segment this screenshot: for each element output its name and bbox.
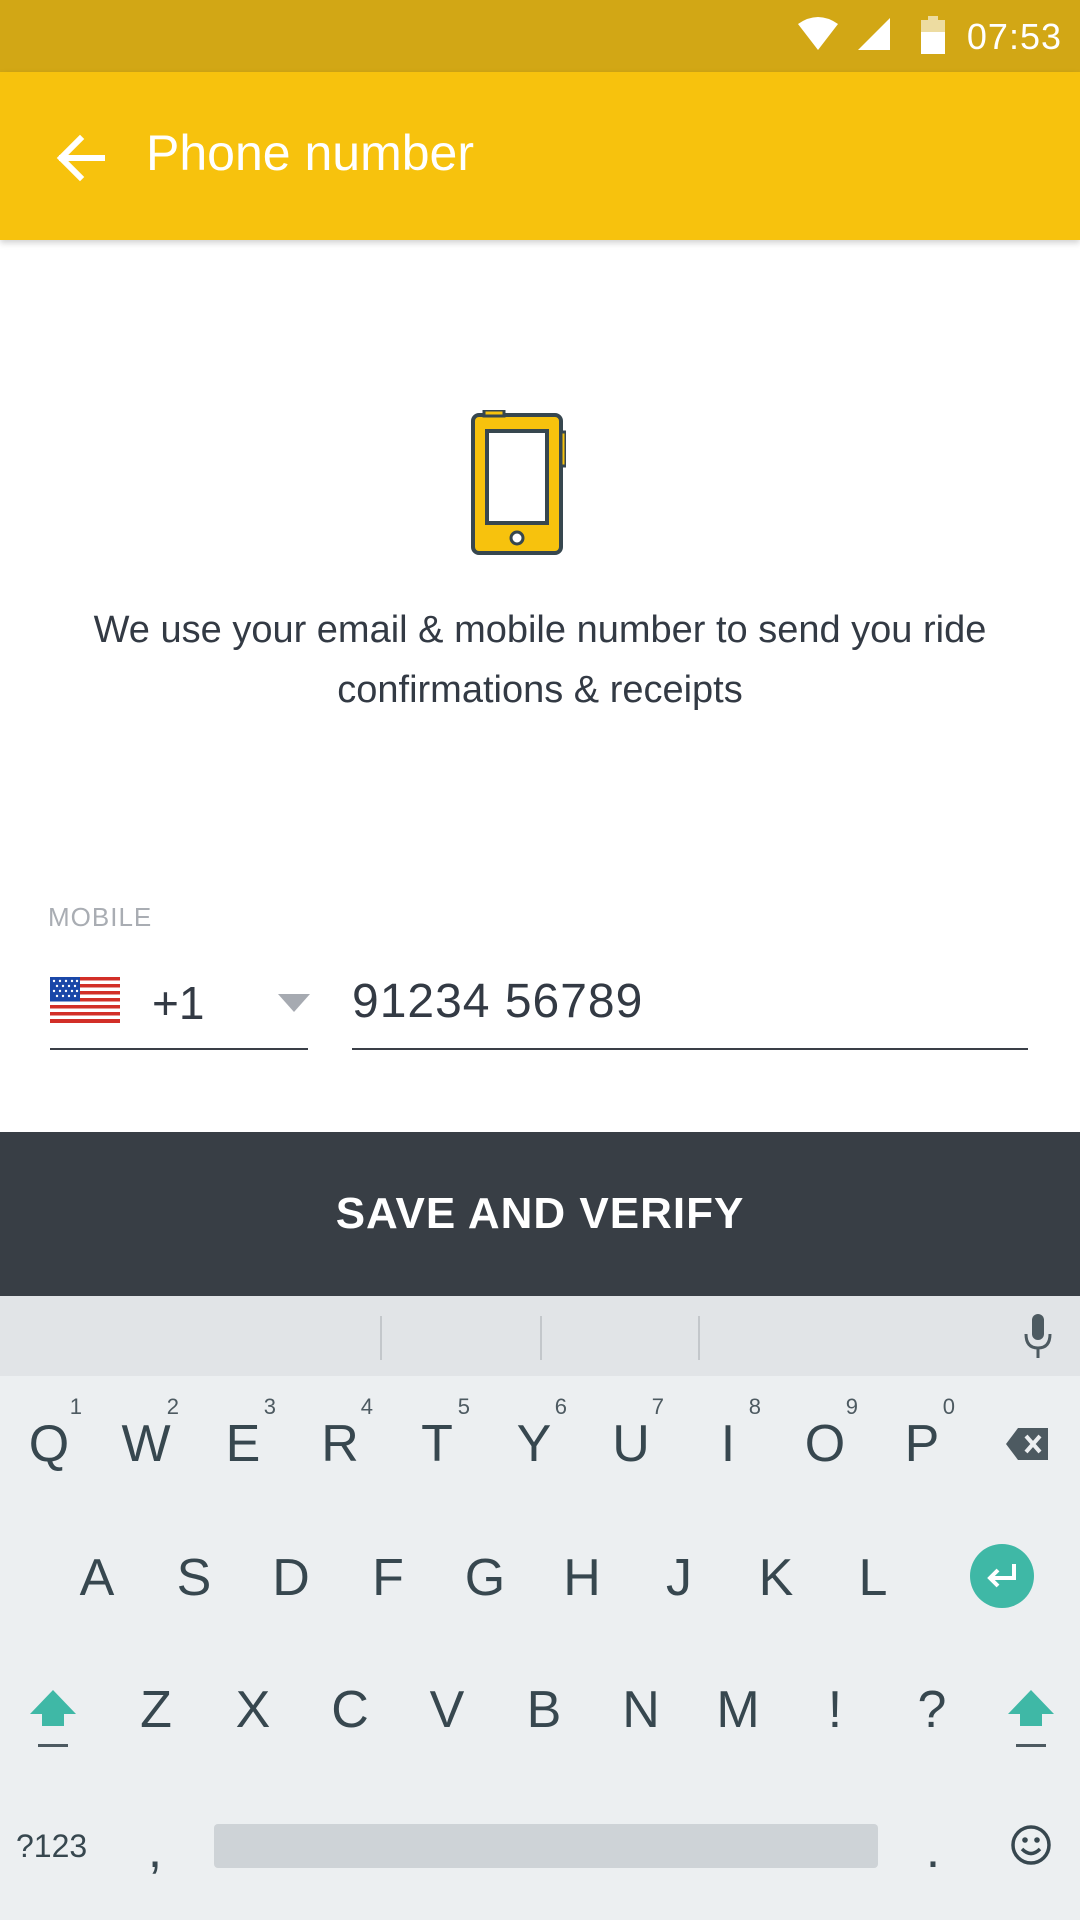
phone-number-input[interactable]: 91234 56789 xyxy=(352,960,1028,1050)
key-b[interactable]: B xyxy=(499,1650,589,1770)
symbols-key[interactable]: ?123 xyxy=(16,1824,87,1868)
back-arrow-icon[interactable] xyxy=(48,126,112,190)
key-g[interactable]: G xyxy=(440,1518,530,1638)
suggestion-divider xyxy=(698,1316,700,1360)
key-m[interactable]: M xyxy=(693,1650,783,1770)
key-period[interactable]: . xyxy=(888,1790,978,1910)
mic-icon[interactable] xyxy=(1018,1312,1058,1360)
emoji-icon[interactable] xyxy=(1010,1824,1052,1866)
key-k[interactable]: K xyxy=(731,1518,821,1638)
key-f[interactable]: F xyxy=(343,1518,433,1638)
country-code-select[interactable]: +1 xyxy=(50,960,310,1050)
page-title: Phone number xyxy=(146,125,475,181)
status-bar: 07:53 xyxy=(0,0,1080,72)
key-i[interactable]: I8 xyxy=(683,1384,773,1504)
key-t[interactable]: T5 xyxy=(392,1384,482,1504)
key-o[interactable]: O9 xyxy=(780,1384,870,1504)
mobile-label: MOBILE xyxy=(48,902,153,932)
us-flag-icon xyxy=(50,977,120,1023)
key-v[interactable]: V xyxy=(402,1650,492,1770)
key-n[interactable]: N xyxy=(596,1650,686,1770)
key-e[interactable]: E3 xyxy=(198,1384,288,1504)
save-and-verify-button[interactable]: SAVE AND VERIFY xyxy=(0,1132,1080,1296)
key-d[interactable]: D xyxy=(246,1518,336,1638)
key-r[interactable]: R4 xyxy=(295,1384,385,1504)
status-time: 07:53 xyxy=(966,16,1062,57)
signal-icon xyxy=(858,18,890,50)
key-j[interactable]: J xyxy=(634,1518,724,1638)
key-s[interactable]: S xyxy=(149,1518,239,1638)
key-x[interactable]: X xyxy=(208,1650,298,1770)
space-bar[interactable] xyxy=(214,1824,878,1868)
key-a[interactable]: A xyxy=(52,1518,142,1638)
key-h[interactable]: H xyxy=(537,1518,627,1638)
key-w[interactable]: W2 xyxy=(101,1384,191,1504)
key-exclamation[interactable]: ! xyxy=(790,1650,880,1770)
key-z[interactable]: Z xyxy=(111,1650,201,1770)
phone-number-value: 91234 56789 xyxy=(352,975,644,1028)
country-code: +1 xyxy=(152,977,205,1029)
suggestion-bar xyxy=(0,1296,1080,1376)
app-bar: Phone number xyxy=(0,72,1080,240)
enter-icon[interactable] xyxy=(970,1544,1034,1608)
key-question[interactable]: ? xyxy=(887,1650,977,1770)
shift-icon[interactable] xyxy=(1006,1688,1056,1750)
backspace-icon[interactable] xyxy=(1004,1426,1050,1462)
key-comma[interactable]: , xyxy=(110,1790,200,1910)
shift-icon[interactable] xyxy=(28,1688,78,1750)
key-l[interactable]: L xyxy=(828,1518,918,1638)
key-q[interactable]: Q1 xyxy=(4,1384,94,1504)
info-text: We use your email & mobile number to sen… xyxy=(93,609,987,711)
key-p[interactable]: P0 xyxy=(877,1384,967,1504)
wifi-icon xyxy=(798,17,838,50)
soft-keyboard: Q1 W2 E3 R4 T5 Y6 U7 I8 O9 P0 A S D F G … xyxy=(0,1296,1080,1920)
suggestion-divider xyxy=(380,1316,382,1360)
key-y[interactable]: Y6 xyxy=(489,1384,579,1504)
key-u[interactable]: U7 xyxy=(586,1384,676,1504)
suggestion-divider xyxy=(540,1316,542,1360)
battery-icon xyxy=(921,16,945,54)
key-c[interactable]: C xyxy=(305,1650,395,1770)
dropdown-caret-icon xyxy=(278,994,310,1012)
phone-icon xyxy=(471,410,566,555)
